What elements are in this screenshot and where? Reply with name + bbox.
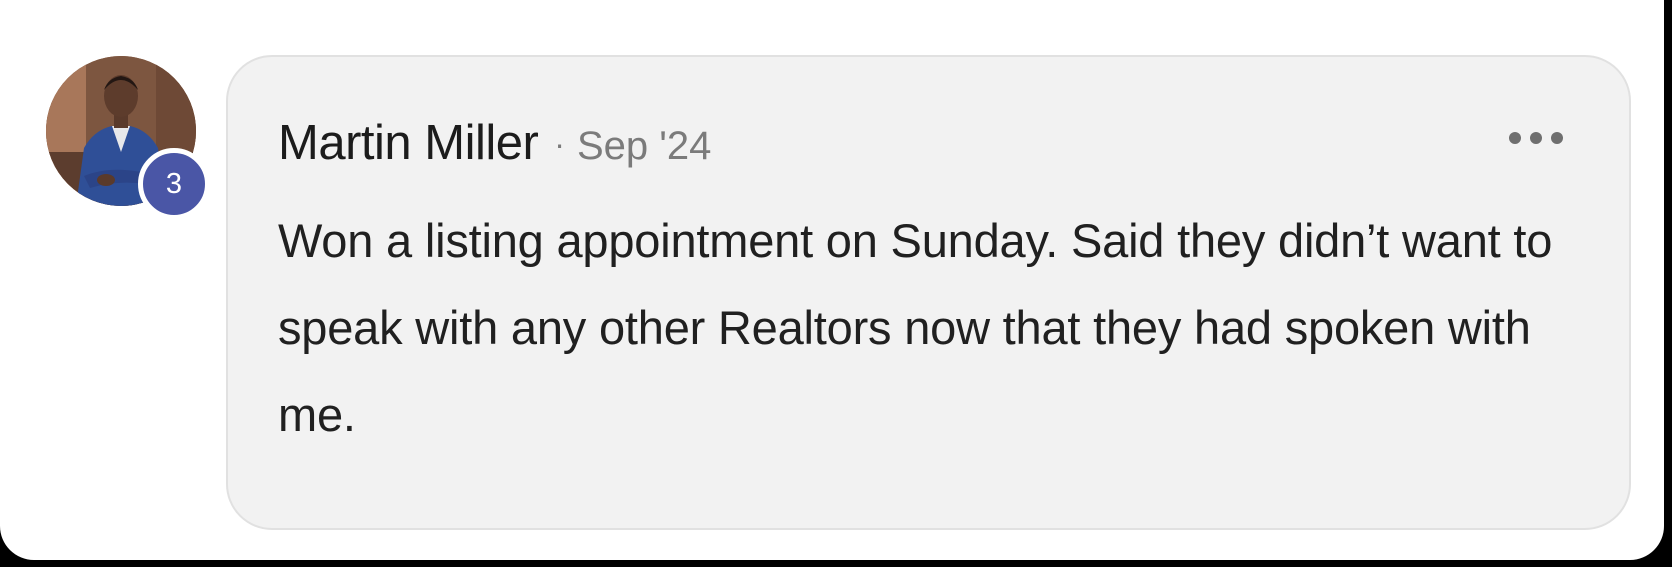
level-badge: 3 [138, 148, 210, 220]
more-horizontal-icon [1530, 132, 1542, 144]
author-name[interactable]: Martin Miller [278, 115, 539, 171]
more-horizontal-icon [1509, 132, 1521, 144]
comment-card: 3 Martin Miller · Sep '24 Won a listing … [0, 0, 1664, 560]
comment-header: Martin Miller · Sep '24 [278, 115, 711, 171]
comment-bubble: Martin Miller · Sep '24 Won a listing ap… [226, 55, 1631, 530]
separator-dot: · [554, 126, 565, 162]
avatar-container[interactable]: 3 [46, 56, 210, 220]
more-options-button[interactable] [1509, 127, 1563, 149]
timestamp[interactable]: Sep '24 [577, 124, 711, 169]
badge-count: 3 [165, 167, 183, 200]
more-horizontal-icon [1551, 132, 1563, 144]
comment-text: Won a listing appointment on Sunday. Sai… [278, 214, 1553, 441]
